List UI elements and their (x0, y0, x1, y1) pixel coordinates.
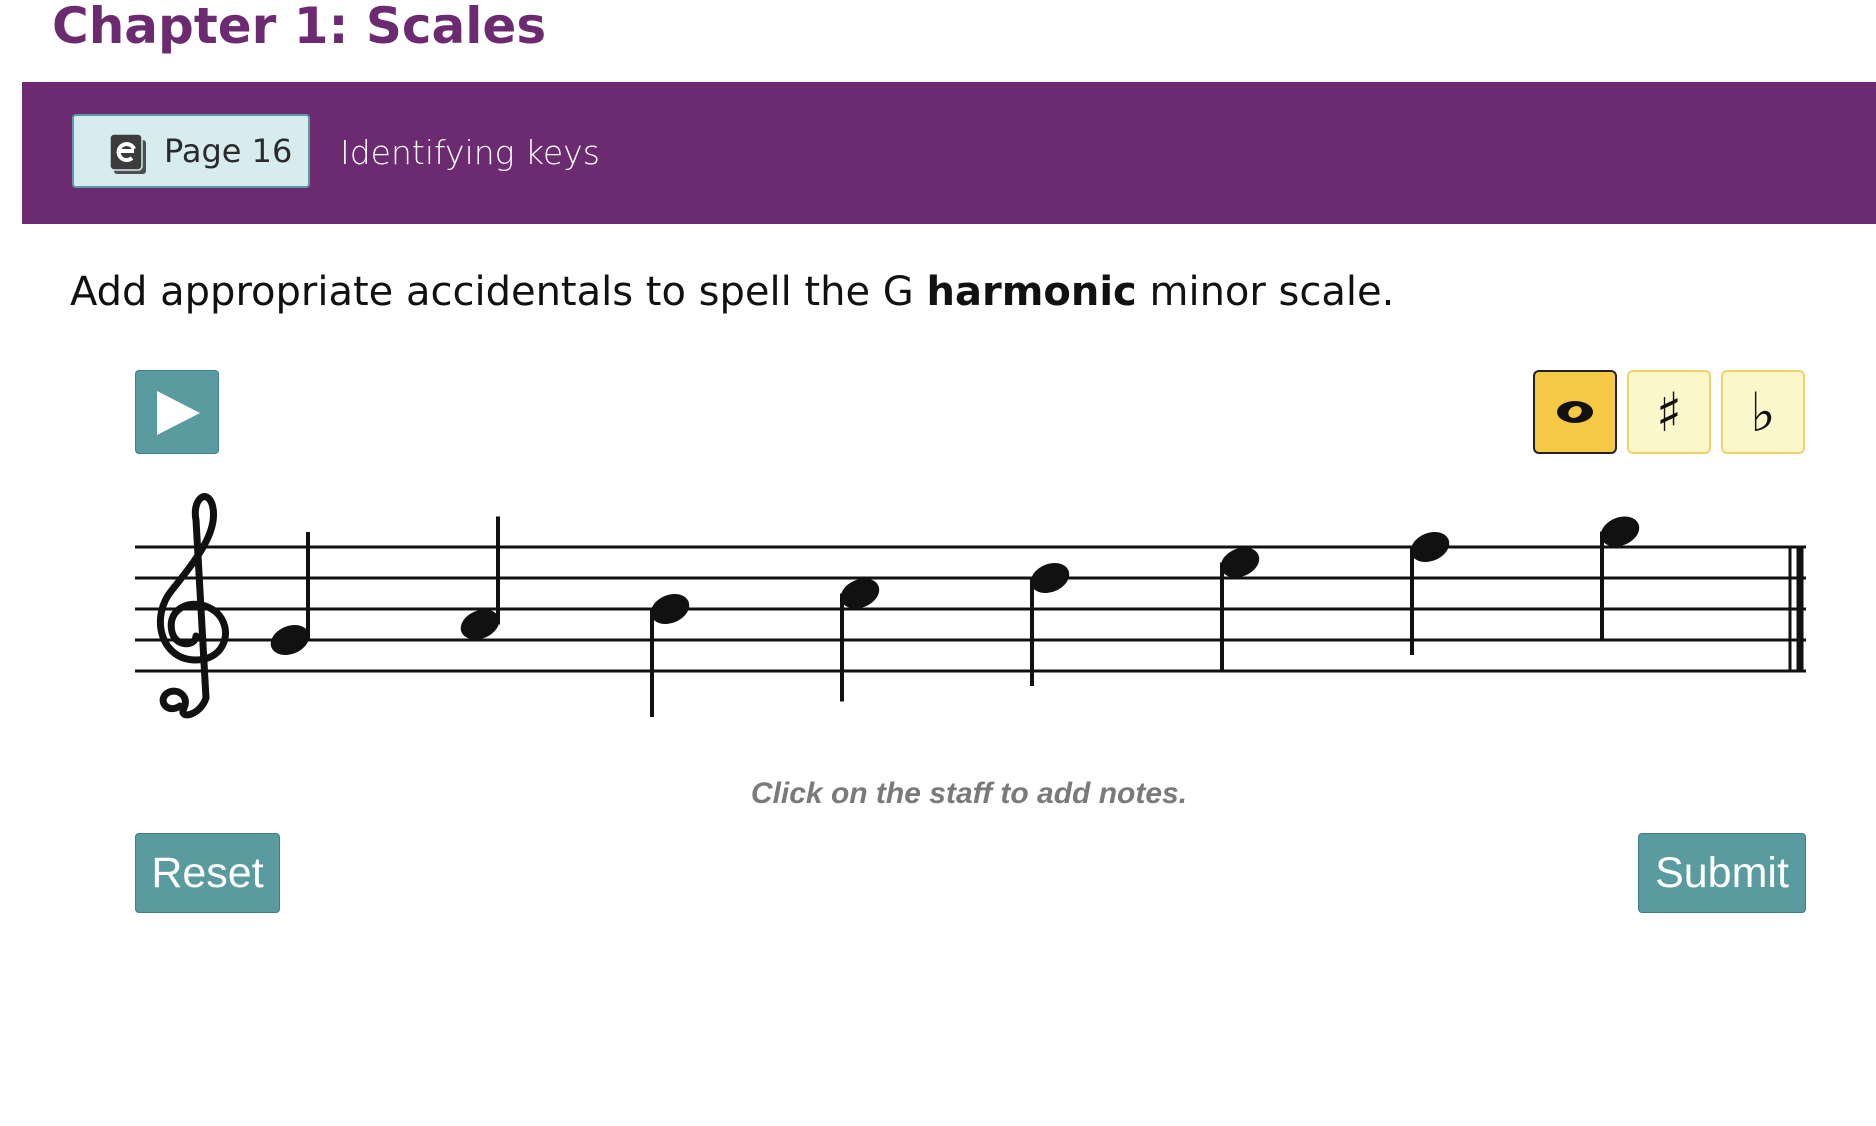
whole-note-icon (1557, 401, 1593, 423)
page-button-label: Page 16 (164, 132, 293, 170)
sharp-icon: ♯ (1655, 380, 1683, 444)
instruction-bold: harmonic (926, 269, 1137, 315)
section-banner: Page 16 Identifying keys (22, 82, 1876, 224)
staff-hint: Click on the staff to add notes. (750, 777, 1188, 810)
staff-click-area[interactable] (135, 480, 1806, 730)
section-label: Identifying keys (340, 133, 600, 172)
ebook-icon (109, 133, 146, 174)
instruction-after: minor scale. (1136, 269, 1395, 315)
instruction-text: Add appropriate accidentals to spell the… (70, 262, 1394, 322)
reset-button[interactable]: Reset (135, 833, 280, 913)
flat-tool-button[interactable]: ♭ (1721, 370, 1805, 454)
play-button[interactable] (135, 370, 219, 454)
note-tool-button[interactable] (1533, 370, 1617, 454)
instruction-before: Add appropriate accidentals to spell the… (70, 269, 927, 315)
chapter-title: Chapter 1: Scales (52, 0, 547, 55)
ebook-page-button[interactable]: Page 16 (72, 114, 310, 188)
submit-button[interactable]: Submit (1638, 833, 1806, 913)
flat-icon: ♭ (1750, 380, 1776, 444)
play-icon (157, 391, 200, 435)
sharp-tool-button[interactable]: ♯ (1627, 370, 1711, 454)
